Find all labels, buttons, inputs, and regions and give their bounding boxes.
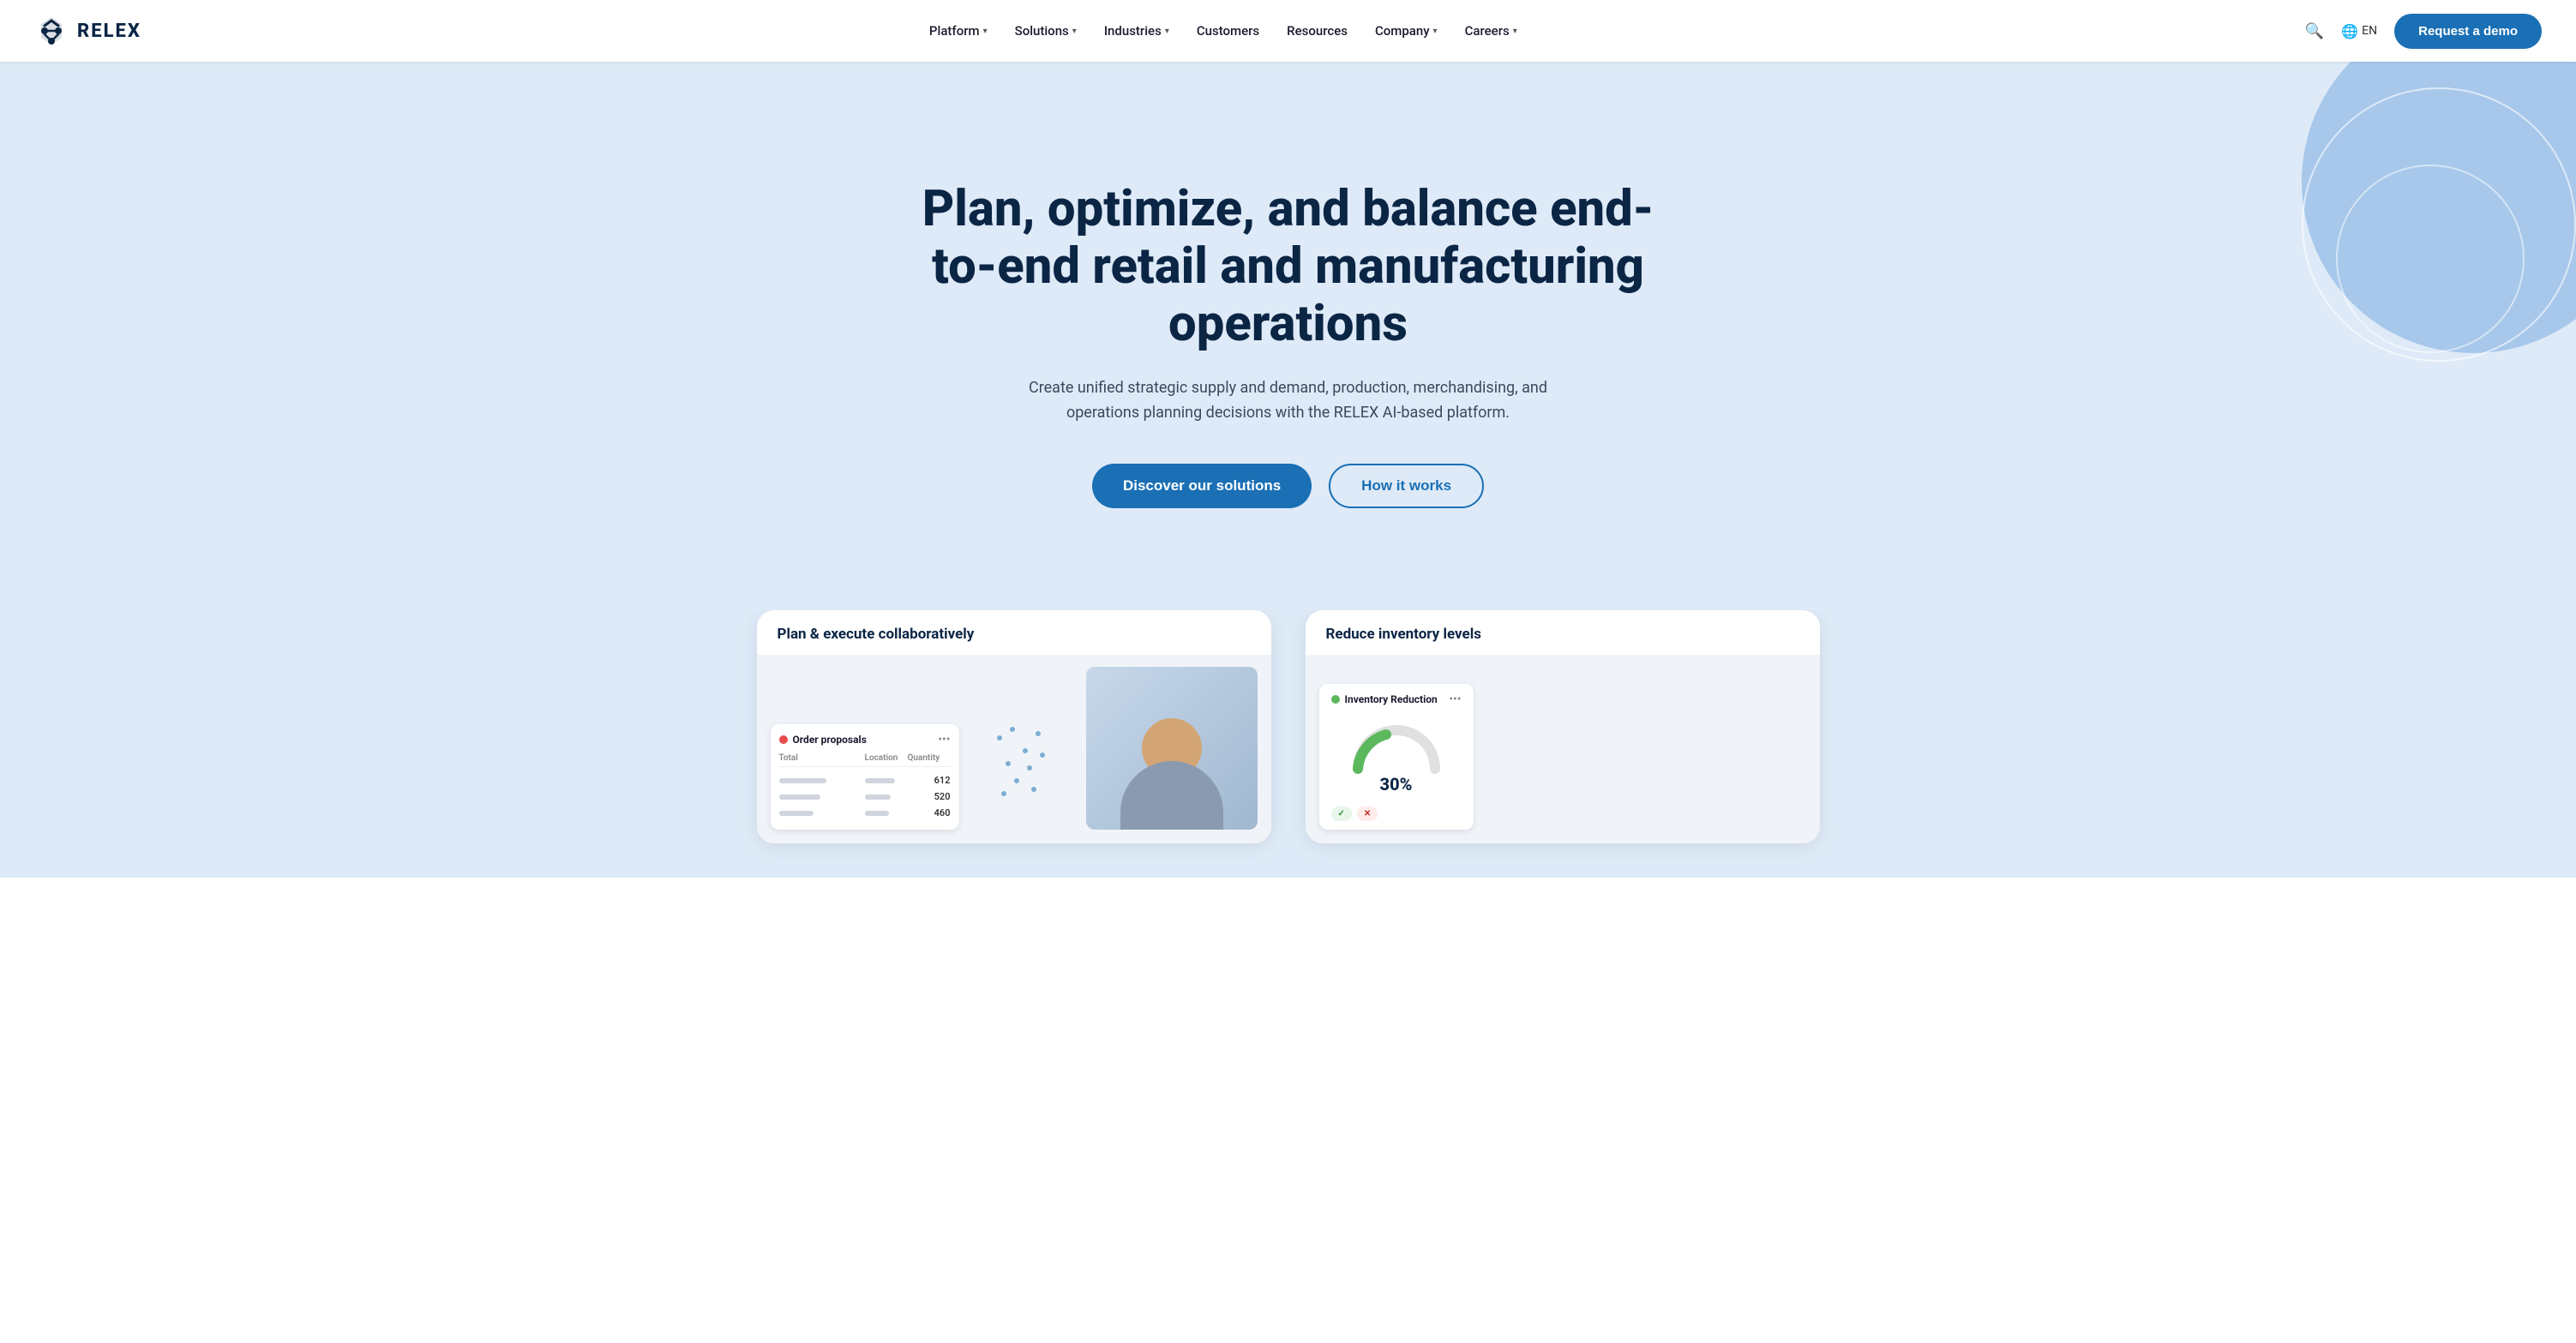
badge-cross: ✕: [1357, 806, 1378, 821]
hero-heading: Plan, optimize, and balance end-to-end r…: [903, 181, 1674, 352]
chevron-down-icon: ▾: [1072, 27, 1077, 36]
bar-chart-row: [779, 778, 826, 783]
navigation: RELEX Platform ▾ Solutions ▾ Industries …: [0, 0, 2576, 62]
person-body: [1120, 761, 1223, 830]
search-icon[interactable]: 🔍: [2305, 22, 2324, 40]
hero-circle-decoration-3: [2336, 165, 2525, 353]
badge-check: ✓: [1331, 806, 1352, 821]
request-demo-button[interactable]: Request a demo: [2394, 14, 2542, 49]
scatter-decoration: [988, 718, 1057, 830]
plan-execute-card-content: Order proposals ••• Total Location Quant…: [757, 655, 1271, 843]
chevron-down-icon: ▾: [1165, 27, 1169, 36]
nav-platform[interactable]: Platform ▾: [929, 23, 988, 39]
status-dot-green: [1331, 695, 1340, 704]
order-proposals-widget: Order proposals ••• Total Location Quant…: [771, 724, 959, 830]
nav-solutions[interactable]: Solutions ▾: [1015, 23, 1077, 39]
feature-cards-section: Plan & execute collaboratively Order pro…: [0, 610, 2576, 878]
nav-right: 🔍 🌐 EN Request a demo: [2305, 14, 2542, 49]
plan-execute-card: Plan & execute collaboratively Order pro…: [757, 610, 1271, 843]
status-dot-red: [779, 735, 788, 744]
nav-customers[interactable]: Customers: [1197, 23, 1259, 39]
hero-subheading: Create unified strategic supply and dema…: [1006, 376, 1571, 426]
language-selector[interactable]: 🌐 EN: [2341, 23, 2377, 39]
nav-resources[interactable]: Resources: [1287, 23, 1348, 39]
hero-cta-buttons: Discover our solutions How it works: [1092, 464, 1484, 508]
more-options-icon[interactable]: •••: [1449, 692, 1461, 706]
chevron-down-icon: ▾: [983, 27, 988, 36]
reduce-inventory-card-content: Inventory Reduction ••• 30% ✓: [1306, 655, 1820, 843]
nav-company[interactable]: Company ▾: [1375, 23, 1438, 39]
reduce-inventory-card: Reduce inventory levels Inventory Reduct…: [1306, 610, 1820, 843]
globe-icon: 🌐: [2341, 23, 2358, 39]
table-row: 612: [779, 772, 951, 788]
check-icon: ✓: [1338, 809, 1345, 818]
nav-links: Platform ▾ Solutions ▾ Industries ▾ Cust…: [929, 23, 1517, 39]
chevron-down-icon: ▾: [1433, 27, 1438, 36]
how-it-works-button[interactable]: How it works: [1329, 464, 1484, 508]
plan-execute-card-label: Plan & execute collaboratively: [757, 610, 1271, 655]
hero-section: Plan, optimize, and balance end-to-end r…: [0, 62, 2576, 610]
more-options-icon[interactable]: •••: [938, 733, 950, 746]
table-row: 460: [779, 805, 951, 821]
table-row: 520: [779, 788, 951, 805]
person-illustration: [1086, 667, 1258, 830]
nav-careers[interactable]: Careers ▾: [1465, 23, 1517, 39]
nav-industries[interactable]: Industries ▾: [1104, 23, 1169, 39]
logo-text: RELEX: [77, 21, 141, 42]
reduce-inventory-card-label: Reduce inventory levels: [1306, 610, 1820, 655]
inventory-reduction-widget: Inventory Reduction ••• 30% ✓: [1319, 684, 1474, 830]
gauge-chart: [1331, 713, 1462, 782]
logo[interactable]: RELEX: [34, 14, 141, 48]
chevron-down-icon: ▾: [1513, 27, 1517, 36]
discover-solutions-button[interactable]: Discover our solutions: [1092, 464, 1312, 508]
cross-icon: ✕: [1364, 809, 1371, 818]
